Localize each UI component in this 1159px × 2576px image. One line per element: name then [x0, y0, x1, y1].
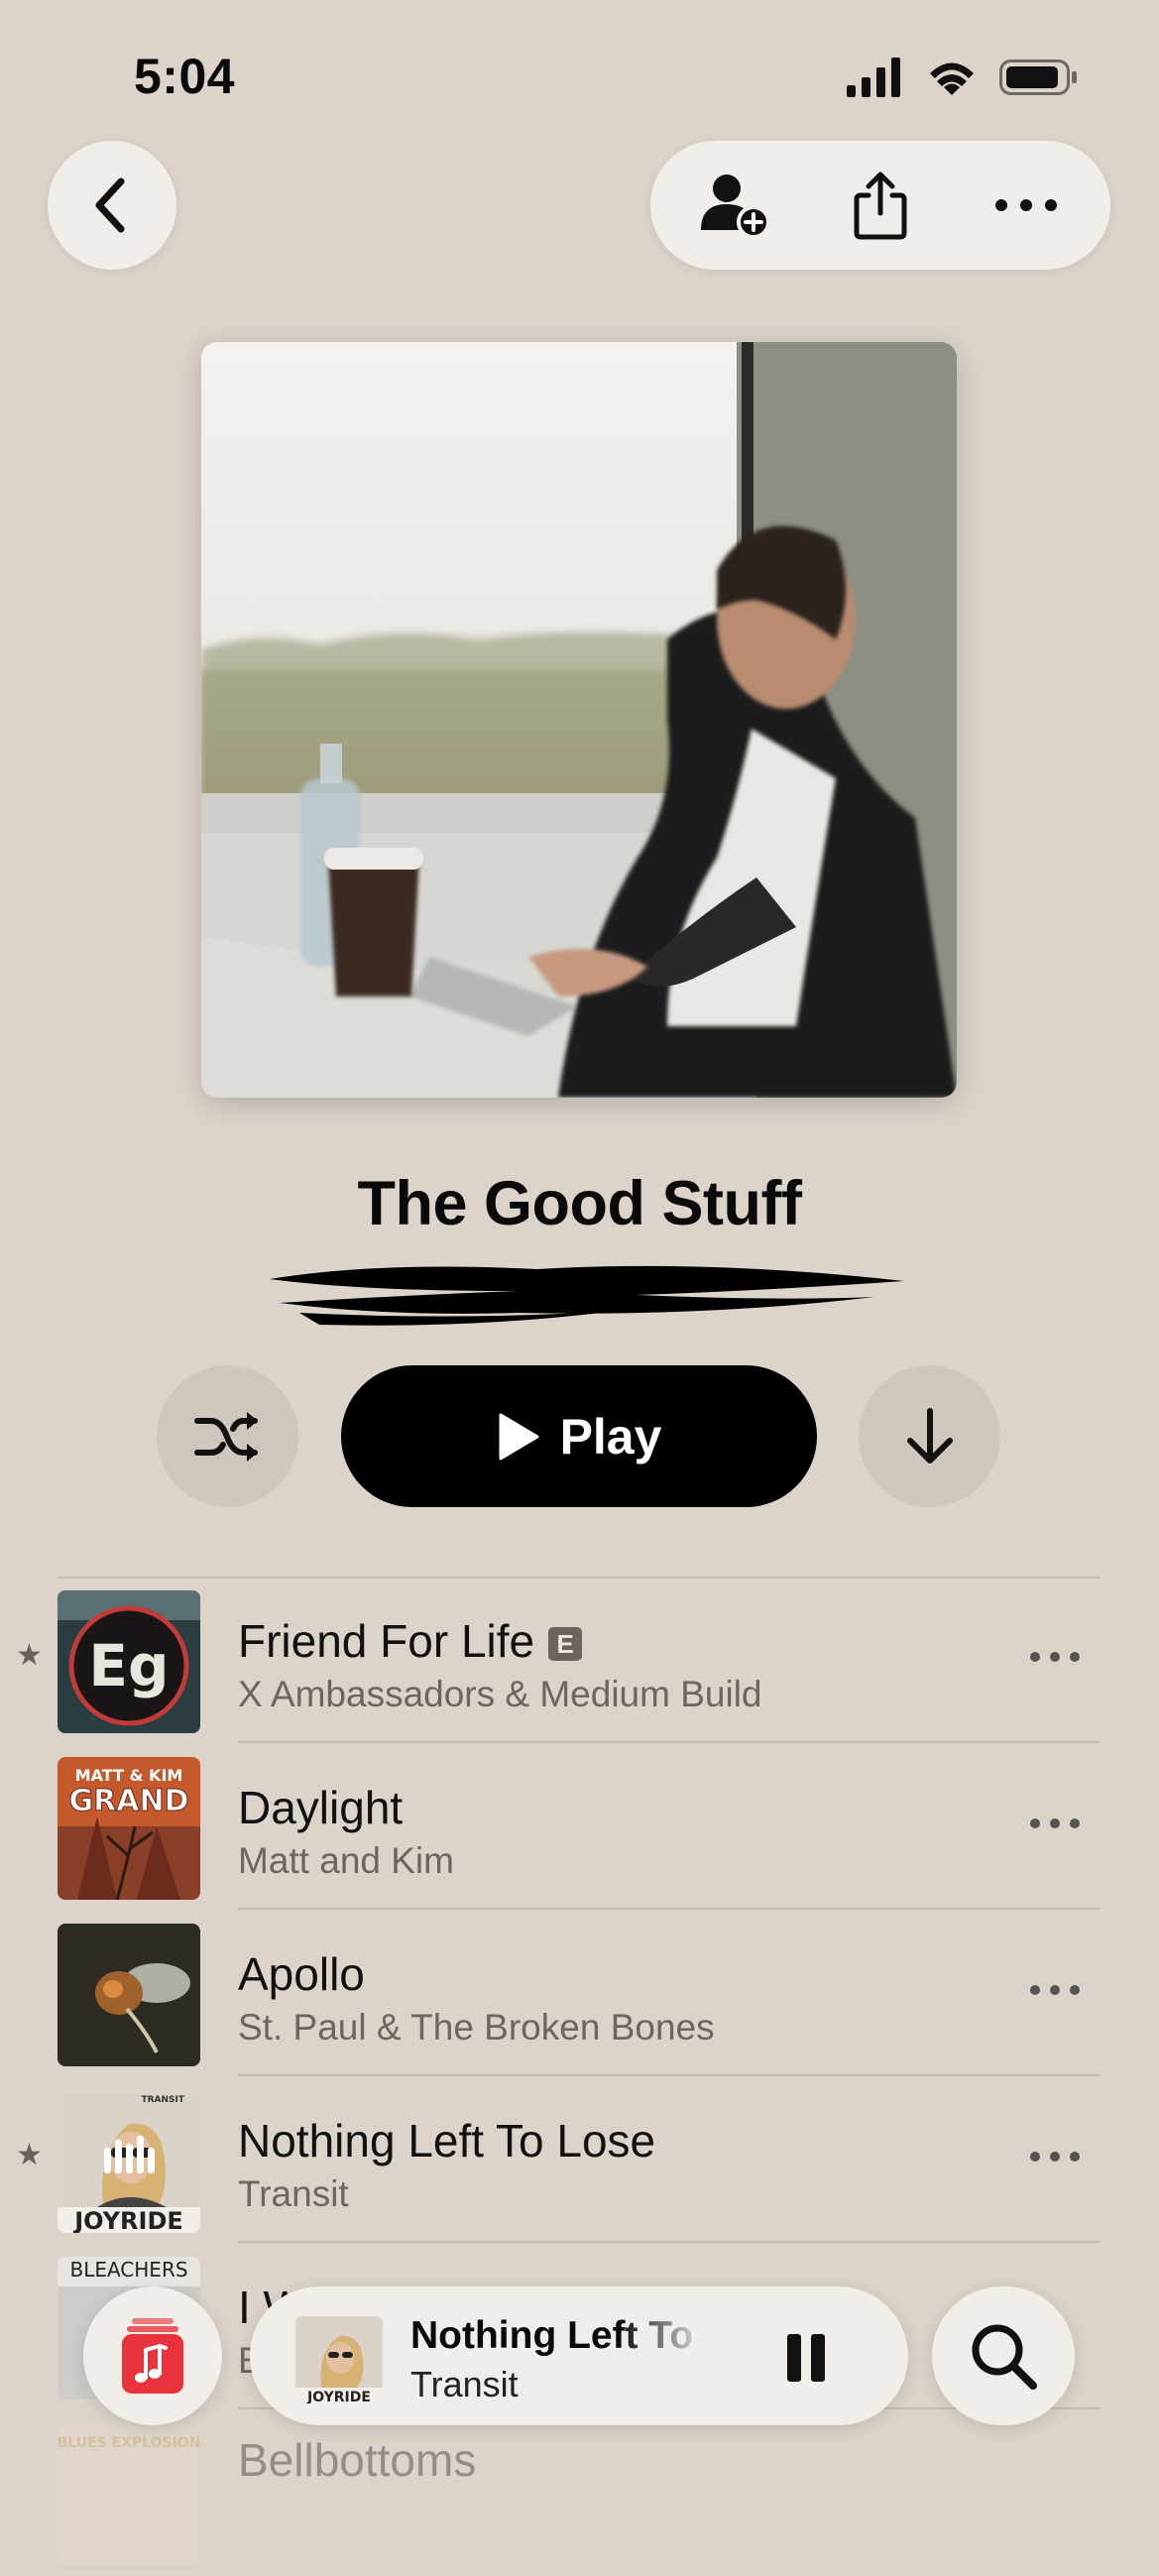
playlist-title: The Good Stuff: [357, 1169, 802, 1238]
track-artwork: Eg: [58, 1590, 200, 1733]
track-more-icon[interactable]: [1025, 1975, 1085, 2005]
track-row[interactable]: BLUES EXPLOSION Bellbottoms: [0, 2409, 1159, 2576]
thumb-text: BLUES EXPLOSION: [58, 2435, 200, 2451]
favorite-star-icon: ★: [16, 1639, 43, 1672]
track-artist: Transit: [238, 2173, 349, 2214]
wifi-icon: [930, 62, 974, 95]
track-row[interactable]: MATT & KIM GRAND Daylight Matt and Kim: [0, 1743, 1159, 1910]
track-artwork: MATT & KIM GRAND: [58, 1757, 200, 1900]
chevron-left-icon: [95, 177, 125, 233]
track-title: Bellbottoms: [238, 2434, 477, 2486]
thumb-text: MATT & KIM: [75, 1766, 183, 1785]
ellipsis-icon: [995, 199, 1057, 211]
track-title: Apollo: [238, 1948, 365, 2000]
share-button[interactable]: [816, 141, 945, 270]
track-row[interactable]: ★ TRANSIT JOYRIDE Nothing Left To Lose T…: [0, 2076, 1159, 2243]
now-playing-artist: Transit: [410, 2364, 519, 2404]
search-icon: [972, 2324, 1037, 2390]
track-title: Nothing Left To Lose: [238, 2115, 656, 2166]
track-more-icon[interactable]: [1025, 1642, 1085, 1672]
track-title-row-1: Friend For Life E: [238, 1614, 583, 1668]
music-home-button[interactable]: [83, 2286, 222, 2425]
top-actions-group: [650, 141, 1110, 270]
track-artwork: [58, 1924, 200, 2066]
play-button[interactable]: Play: [341, 1365, 817, 1507]
mini-player[interactable]: JOYRIDE Nothing Left To Lose Transit: [250, 2286, 908, 2425]
download-button[interactable]: [859, 1365, 1000, 1507]
play-label: Play: [559, 1408, 662, 1464]
track-row[interactable]: Apollo St. Paul & The Broken Bones: [0, 1910, 1159, 2076]
status-time: 5:04: [134, 49, 236, 104]
person-add-icon: [701, 175, 770, 239]
shuffle-button[interactable]: [157, 1365, 298, 1507]
track-more-icon[interactable]: [1025, 2142, 1085, 2171]
status-icons: [847, 58, 1077, 97]
share-icon: [854, 172, 907, 240]
favorite-star-icon: ★: [16, 2139, 43, 2171]
music-library-icon: [122, 2318, 183, 2394]
add-collaborator-button[interactable]: [670, 141, 799, 270]
artwork-photo-illustration: [201, 342, 957, 1098]
battery-icon: [999, 59, 1077, 95]
playlist-artwork: [201, 342, 957, 1098]
arrow-down-icon: [906, 1407, 953, 1464]
track-artwork: BLUES EXPLOSION: [58, 2423, 200, 2566]
track-row[interactable]: ★ Eg Friend For Life E X Ambassadors & Me…: [0, 1577, 1159, 1743]
thumb-text: BLEACHERS: [69, 2258, 187, 2282]
thumb-text: GRAND: [69, 1784, 189, 1818]
pause-icon[interactable]: [779, 2330, 835, 2386]
track-more-icon[interactable]: [1025, 1809, 1085, 1838]
now-playing-title: Nothing Left To Lose: [410, 2314, 708, 2357]
thumb-text: JOYRIDE: [306, 2390, 371, 2403]
redaction-scribble: [270, 1265, 904, 1326]
explicit-badge: E: [548, 1627, 583, 1661]
track-artist: St. Paul & The Broken Bones: [238, 2007, 715, 2048]
track-artist: Matt and Kim: [238, 1840, 454, 1881]
thumb-text: TRANSIT: [141, 2095, 184, 2105]
cellular-signal-icon: [847, 58, 900, 97]
track-title: Friend For Life: [238, 1615, 535, 1667]
track-title: Daylight: [238, 1782, 404, 1833]
more-options-button[interactable]: [962, 141, 1091, 270]
thumb-text: Eg: [88, 1632, 169, 1699]
back-button[interactable]: [48, 141, 176, 270]
track-artwork: TRANSIT JOYRIDE: [58, 2090, 200, 2233]
track-artist: X Ambassadors & Medium Build: [238, 1674, 762, 1714]
play-icon: [499, 1413, 539, 1460]
shuffle-icon: [193, 1411, 258, 1462]
search-button[interactable]: [932, 2286, 1075, 2425]
now-playing-artwork: JOYRIDE: [295, 2316, 383, 2403]
thumb-text: JOYRIDE: [72, 2207, 183, 2233]
